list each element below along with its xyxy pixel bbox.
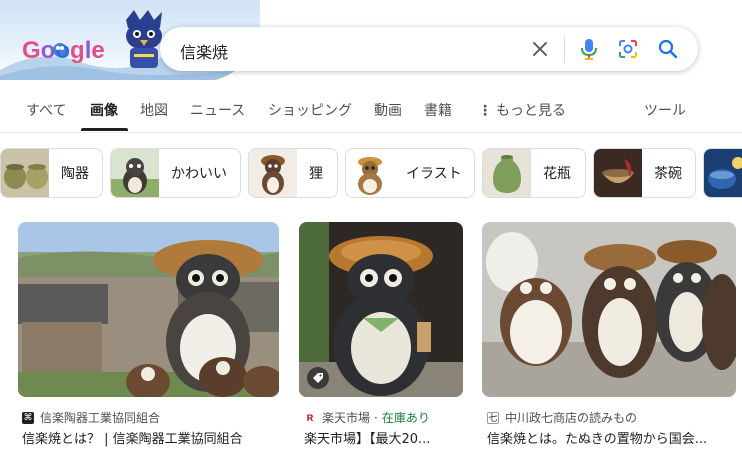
tab-more[interactable]: ⋮ もっと見る	[478, 100, 566, 120]
result-2-source[interactable]: R 楽天市場 · 在庫あり	[304, 409, 430, 426]
result-image[interactable]	[18, 222, 279, 397]
tools-button[interactable]: ツール	[644, 100, 686, 120]
search-tabs: すべて 画像 地図 ニュース ショッピング 動画 書籍 ⋮ もっと見る ツール	[0, 92, 742, 132]
site-favicon-icon: 七	[487, 411, 499, 424]
image-result-3[interactable]	[482, 222, 736, 397]
tab-maps[interactable]: 地図	[140, 100, 168, 120]
result-source-name: 楽天市場	[322, 411, 371, 425]
separator-dot: ·	[374, 410, 378, 425]
active-tab-indicator	[81, 128, 128, 131]
chip-partial[interactable]	[703, 148, 742, 198]
tab-more-label: もっと見る	[496, 103, 566, 119]
result-source-name: 中川政七商店の読みもの	[505, 411, 638, 425]
clear-icon[interactable]	[528, 37, 552, 61]
chip-thumbnail-cute	[111, 149, 159, 197]
chip-tanuki[interactable]: 狸	[248, 148, 338, 198]
result-1-title[interactable]: 信楽焼とは？ | 信楽陶器工業協同組合	[22, 428, 282, 447]
google-doodle-logo[interactable]: Google	[22, 32, 116, 68]
search-box[interactable]: 信楽焼	[160, 27, 698, 71]
result-3-source[interactable]: 七 中川政七商店の読みもの	[487, 409, 637, 426]
chip-label: 陶器	[61, 166, 89, 182]
related-search-chips: 陶器 かわいい 狸 イラスト 花瓶 茶碗	[0, 148, 742, 198]
chip-thumbnail-partial	[704, 149, 742, 197]
chip-thumbnail-tanuki	[249, 149, 297, 197]
result-image-tanuki-group	[482, 222, 736, 397]
image-result-2[interactable]	[299, 222, 463, 397]
in-stock-label: 在庫あり	[381, 411, 430, 425]
tab-images[interactable]: 画像	[90, 100, 118, 120]
microphone-icon[interactable]	[577, 37, 601, 61]
chip-thumbnail-illustration	[346, 149, 394, 197]
tab-shopping[interactable]: ショッピング	[268, 100, 352, 120]
lens-camera-icon[interactable]	[616, 37, 640, 61]
chip-label: イラスト	[406, 166, 462, 182]
tabs-divider	[0, 132, 742, 133]
chip-tea-bowl[interactable]: 茶碗	[593, 148, 696, 198]
result-image-tanuki-town	[18, 222, 279, 397]
chip-thumbnail-tea-bowl	[594, 149, 642, 197]
image-result-1[interactable]	[18, 222, 279, 397]
result-image[interactable]	[299, 222, 463, 397]
result-3-title[interactable]: 信楽焼とは。たぬきの置物から国会...	[487, 428, 737, 447]
tab-books[interactable]: 書籍	[424, 100, 452, 120]
search-input[interactable]: 信楽焼	[180, 39, 228, 63]
result-image[interactable]	[482, 222, 736, 397]
doodle-logo-icon: Google	[22, 37, 105, 64]
shopping-tag-icon	[307, 367, 329, 389]
result-source-name: 信楽陶器工業協同組合	[40, 411, 161, 425]
site-favicon-icon: ⌘	[22, 411, 34, 424]
chip-label: 茶碗	[654, 166, 682, 182]
rakuten-favicon-icon: R	[304, 411, 316, 424]
result-1-source[interactable]: ⌘ 信楽陶器工業協同組合	[22, 409, 160, 426]
chip-label: かわいい	[171, 166, 227, 182]
chip-thumbnail-vase	[483, 149, 531, 197]
chip-thumbnail-pottery	[1, 149, 49, 197]
chip-illustration[interactable]: イラスト	[345, 148, 475, 198]
tab-news[interactable]: ニュース	[190, 100, 245, 120]
tab-videos[interactable]: 動画	[374, 100, 402, 120]
chip-cute[interactable]: かわいい	[110, 148, 241, 198]
search-icon[interactable]	[656, 37, 680, 61]
chip-pottery[interactable]: 陶器	[0, 148, 103, 198]
more-vert-icon: ⋮	[478, 103, 492, 119]
chip-vase[interactable]: 花瓶	[482, 148, 586, 198]
tab-all[interactable]: すべて	[26, 100, 66, 120]
result-2-title[interactable]: 楽天市場】【最大20...	[304, 428, 464, 447]
chip-label: 狸	[309, 166, 323, 182]
chip-label: 花瓶	[543, 166, 571, 182]
search-box-divider	[564, 37, 565, 63]
